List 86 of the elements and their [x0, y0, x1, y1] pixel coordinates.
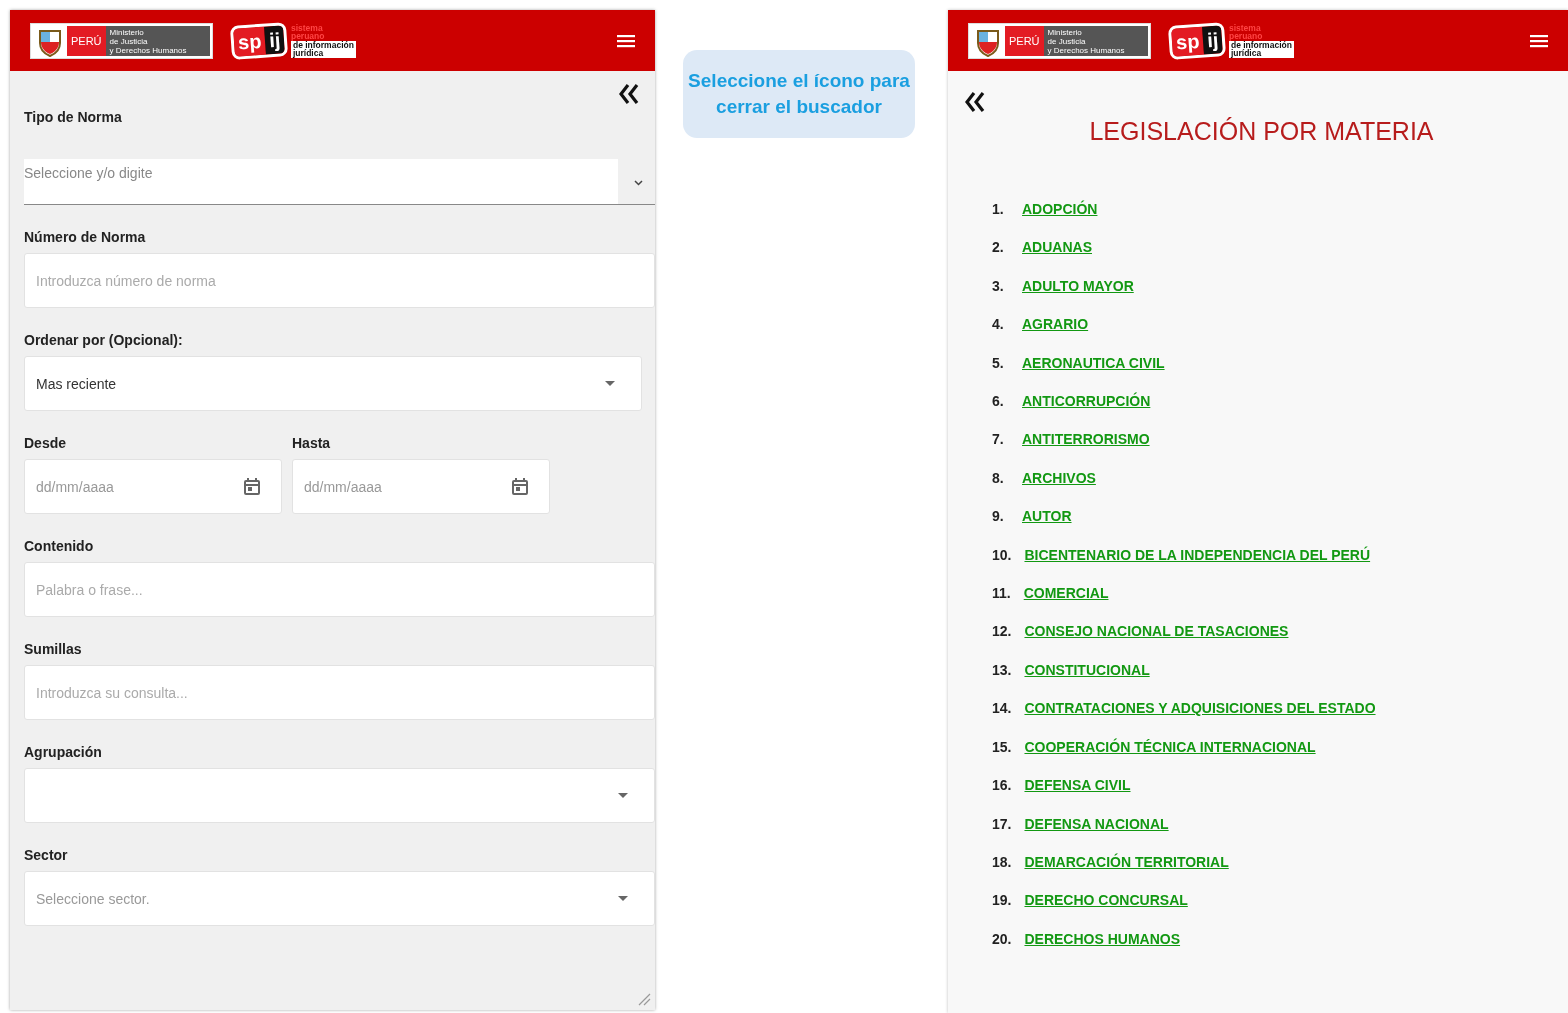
resize-grip-icon[interactable]	[637, 992, 651, 1006]
list-number: 9.	[992, 507, 1005, 527]
subject-link[interactable]: COMERCIAL	[1023, 584, 1109, 604]
list-number: 16.	[992, 776, 1012, 796]
field-label: Desde	[24, 435, 68, 451]
logo-letters: ij	[1202, 24, 1224, 55]
list-number: 19.	[992, 891, 1012, 911]
dropdown[interactable]: Seleccione sector.	[24, 871, 655, 926]
double-chevron-left-icon[interactable]	[965, 91, 985, 113]
subject-link[interactable]: AGRARIO	[1022, 315, 1089, 335]
field-label: Sector	[24, 847, 69, 863]
date-field[interactable]: dd/mm/aaaa	[292, 459, 550, 514]
logo-tagline-line: sistema	[1228, 23, 1262, 32]
logo-letters: sp	[1171, 26, 1205, 57]
subject-link[interactable]: DEMARCACIÓN TERRITORIAL	[1024, 852, 1229, 873]
subject-link[interactable]: ANTITERRORISMO	[1022, 430, 1150, 450]
logo-letters: sp	[233, 26, 267, 57]
logo-tagline-line: sistema	[290, 23, 324, 32]
ministry-name-line: de Justicia	[109, 36, 149, 46]
ministry-name-line: de Justicia	[1047, 36, 1087, 46]
callout-bubble: Seleccione el ícono para cerrar el buscador	[683, 50, 915, 138]
list-number: 14.	[992, 699, 1012, 719]
dropdown[interactable]: Mas reciente	[24, 356, 642, 411]
field-label: Tipo de Norma	[24, 109, 123, 125]
combo-field[interactable]: Seleccione y/o digite	[24, 159, 655, 205]
field-label: Hasta	[292, 435, 332, 451]
field-label: Ordenar por (Opcional):	[24, 332, 184, 348]
double-chevron-left-icon[interactable]	[619, 83, 639, 105]
list-number: 20.	[992, 929, 1012, 949]
field-label: Contenido	[24, 538, 95, 554]
list-number: 18.	[992, 852, 1012, 872]
field-label: Número de Norma	[24, 229, 147, 245]
field-label: Agrupación	[24, 744, 103, 760]
input-field[interactable]: Introduzca número de norma	[24, 253, 655, 308]
ministry-name-line: Ministerio	[109, 27, 145, 37]
subject-link[interactable]: ADULTO MAYOR	[1022, 276, 1134, 297]
input-field[interactable]: Palabra o frase...	[24, 562, 655, 617]
list-number: 3.	[992, 276, 1005, 296]
calendar-icon[interactable]	[243, 477, 261, 496]
field-label: Sumillas	[24, 641, 83, 657]
list-number: 8.	[992, 468, 1005, 488]
chevron-down-icon	[634, 180, 643, 186]
logo-letters: ij	[264, 24, 286, 55]
subject-link[interactable]: AUTOR	[1022, 507, 1072, 527]
caret-icon	[605, 380, 615, 387]
list-number: 5.	[992, 353, 1005, 373]
subject-link[interactable]: DEFENSA NACIONAL	[1024, 814, 1169, 834]
subject-link[interactable]: ARCHIVOS	[1022, 468, 1096, 489]
subject-link[interactable]: AERONAUTICA CIVIL	[1022, 353, 1165, 374]
date-field[interactable]: dd/mm/aaaa	[24, 459, 282, 514]
menu-icon[interactable]	[1530, 33, 1548, 48]
list-number: 10.	[992, 545, 1012, 565]
input-field[interactable]: Introduzca su consulta...	[24, 665, 655, 720]
subject-link[interactable]: CONTRATACIONES Y ADQUISICIONES DEL ESTADO	[1024, 699, 1376, 719]
list-number: 11.	[992, 584, 1011, 604]
list-number: 12.	[992, 622, 1012, 642]
caret-icon	[618, 895, 628, 902]
list-number: 7.	[992, 430, 1005, 450]
subject-link[interactable]: DEFENSA CIVIL	[1024, 776, 1131, 796]
country-label: PERÚ	[1005, 25, 1044, 56]
list-number: 17.	[992, 814, 1012, 834]
list-number: 4.	[992, 315, 1005, 335]
subject-link[interactable]: DERECHO CONCURSAL	[1024, 891, 1188, 911]
country-label: PERÚ	[67, 25, 106, 56]
subject-link[interactable]: CONSTITUCIONAL	[1024, 660, 1150, 681]
list-number: 13.	[992, 660, 1012, 680]
list-number: 15.	[992, 737, 1012, 757]
ministry-name-line: y Derechos Humanos	[109, 45, 187, 55]
calendar-icon[interactable]	[511, 477, 529, 496]
list-number: 1.	[992, 200, 1005, 219]
subject-link[interactable]: CONSEJO NACIONAL DE TASACIONES	[1024, 622, 1289, 642]
subject-link[interactable]: DERECHOS HUMANOS	[1024, 929, 1181, 950]
list-number: 2.	[992, 238, 1005, 258]
ministry-name-line: y Derechos Humanos	[1047, 45, 1125, 55]
page-title: LEGISLACIÓN POR MATERIA	[1089, 117, 1434, 146]
subject-link[interactable]: ADOPCIÓN	[1022, 200, 1098, 220]
logo-tagline-line: peruano	[1228, 32, 1264, 41]
subject-link[interactable]: ANTICORRUPCIÓN	[1022, 392, 1151, 412]
list-number: 6.	[992, 392, 1005, 412]
subject-link[interactable]: ADUANAS	[1022, 238, 1092, 258]
caret-icon	[618, 792, 628, 799]
subject-link[interactable]: COOPERACIÓN TÉCNICA INTERNACIONAL	[1024, 737, 1316, 758]
menu-icon[interactable]	[617, 33, 635, 48]
subject-link[interactable]: BICENTENARIO DE LA INDEPENDENCIA DEL PERÚ	[1024, 545, 1371, 566]
logo-tagline-line: peruano	[290, 32, 326, 41]
ministry-name-line: Ministerio	[1047, 27, 1083, 37]
